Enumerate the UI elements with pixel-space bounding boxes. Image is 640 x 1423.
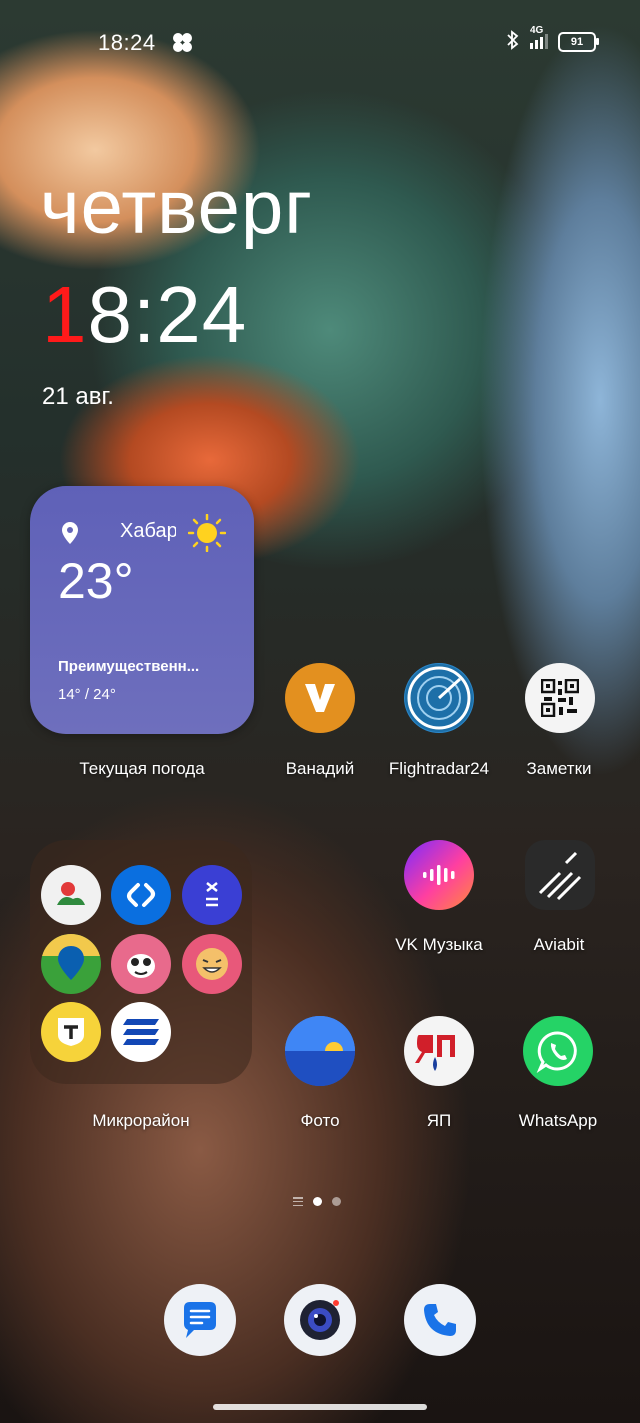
app-folder[interactable] xyxy=(30,840,252,1084)
sticker-face-icon xyxy=(111,934,171,994)
folder-app-1-icon xyxy=(41,865,101,925)
notification-dots-icon xyxy=(170,32,194,52)
clock-time-first-digit: 1 xyxy=(42,270,88,359)
flightradar-app-icon[interactable] xyxy=(404,663,474,733)
page-indicator-menu-icon xyxy=(293,1197,303,1206)
clock-time[interactable]: 18:24 xyxy=(42,275,247,355)
vanadiy-app-label: Ванадий xyxy=(285,759,355,778)
clock-time-rest: 8:24 xyxy=(87,270,248,359)
camera-icon[interactable] xyxy=(284,1284,356,1356)
weather-widget-label: Текущая погода xyxy=(79,759,205,778)
weekday[interactable]: четверг xyxy=(40,170,313,246)
network-label: 4G xyxy=(530,25,544,36)
page-dot xyxy=(332,1197,341,1206)
clock-date[interactable]: 21 авг. xyxy=(42,383,114,411)
home-gesture-bar[interactable] xyxy=(213,1404,427,1410)
maps-pin-icon xyxy=(41,934,101,994)
folder-label: Микрорайон xyxy=(92,1111,190,1130)
vk-music-app-label: VK Музыка xyxy=(395,935,483,954)
weather-city: Хабар xyxy=(120,520,176,542)
status-icons: 4G 91 xyxy=(506,25,599,53)
bluetooth-icon xyxy=(506,30,520,53)
flightradar-app-label: Flightradar24 xyxy=(388,759,490,778)
zametki-app-label: Заметки xyxy=(526,759,592,778)
phone-icon[interactable] xyxy=(404,1284,476,1356)
sun-icon xyxy=(187,513,227,553)
page-indicator[interactable] xyxy=(293,1197,341,1206)
whatsapp-app-icon[interactable] xyxy=(523,1016,593,1086)
weather-range: 14° / 24° xyxy=(58,686,116,703)
aviabit-app-icon[interactable] xyxy=(525,840,595,910)
tinkoff-icon xyxy=(41,1002,101,1062)
calculator-icon xyxy=(182,865,242,925)
weather-temperature: 23° xyxy=(58,553,134,609)
foto-app-icon[interactable] xyxy=(285,1016,355,1086)
page-dot-active xyxy=(313,1197,322,1206)
zametki-app-icon[interactable] xyxy=(525,663,595,733)
location-pin-icon xyxy=(62,522,78,544)
vanadiy-app-icon[interactable] xyxy=(285,663,355,733)
vk-music-app-icon[interactable] xyxy=(404,840,474,910)
emoji-face-icon xyxy=(182,934,242,994)
stripes-app-icon xyxy=(111,1002,171,1062)
yap-app-icon[interactable] xyxy=(404,1016,474,1086)
shazam-icon xyxy=(111,865,171,925)
whatsapp-app-label: WhatsApp xyxy=(518,1111,598,1130)
aviabit-app-label: Aviabit xyxy=(533,935,585,954)
yap-app-label: ЯП xyxy=(426,1111,452,1130)
weather-widget[interactable]: Хабар 23° Преимущественн... 14° / 24° xyxy=(30,486,254,734)
battery-level: 91 xyxy=(570,35,584,48)
status-time: 18:24 xyxy=(98,30,156,55)
messages-icon[interactable] xyxy=(164,1284,236,1356)
foto-app-label: Фото xyxy=(300,1111,340,1130)
signal-icon: 4G xyxy=(530,25,548,49)
battery-icon: 91 xyxy=(558,31,599,52)
weather-condition: Преимущественн... xyxy=(58,658,200,675)
